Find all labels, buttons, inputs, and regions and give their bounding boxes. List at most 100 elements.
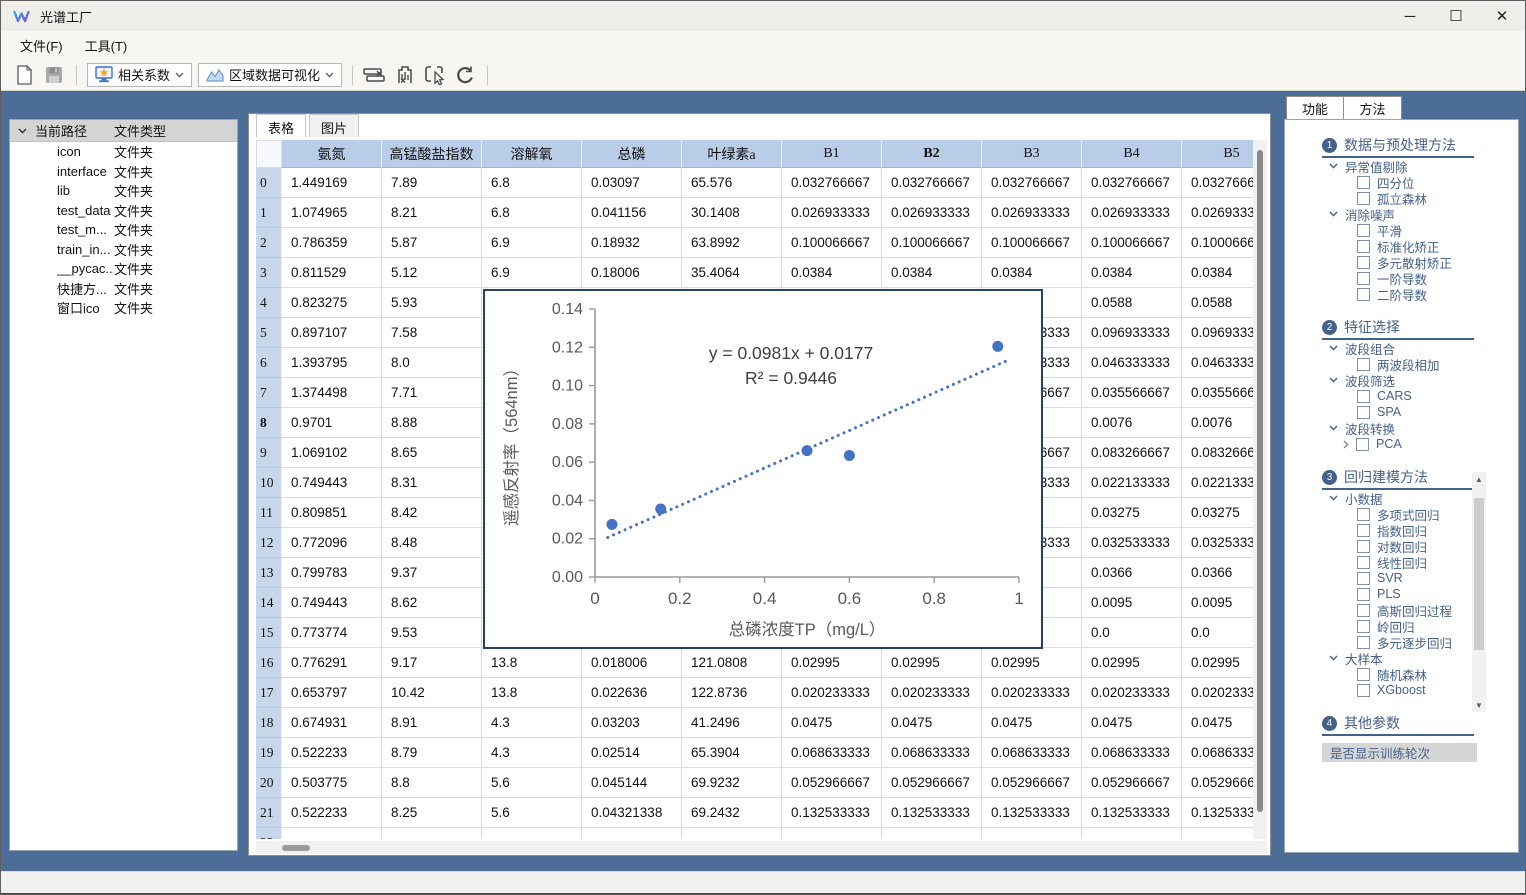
- close-button[interactable]: ✕: [1479, 1, 1525, 31]
- table-cell[interactable]: 0.522233: [282, 738, 382, 768]
- table-cell[interactable]: 0.0384: [1182, 258, 1253, 288]
- table-cell[interactable]: 8.48: [382, 528, 482, 558]
- visualization-dropdown[interactable]: 区域数据可视化: [198, 63, 342, 87]
- table-cell[interactable]: [682, 828, 782, 839]
- table-cell[interactable]: 0.522233: [282, 798, 382, 828]
- method-item[interactable]: SVR: [1357, 570, 1518, 586]
- table-cell[interactable]: 0.052966667: [982, 768, 1082, 798]
- row-header[interactable]: 21: [256, 798, 282, 828]
- scroll-down-icon[interactable]: ▼: [1472, 698, 1486, 712]
- column-header-B3[interactable]: B3: [982, 140, 1082, 168]
- new-file-button[interactable]: [11, 62, 37, 88]
- table-cell[interactable]: 0.020233333: [1082, 678, 1182, 708]
- row-header[interactable]: 6: [256, 348, 282, 378]
- table-cell[interactable]: 0.132533333: [782, 798, 882, 828]
- table-cell[interactable]: 0.032533333: [1082, 528, 1182, 558]
- row-header[interactable]: 0: [256, 168, 282, 198]
- row-header[interactable]: 18: [256, 708, 282, 738]
- column-header-B4[interactable]: B4: [1082, 140, 1182, 168]
- table-cell[interactable]: 0.132533333: [882, 798, 982, 828]
- table-cell[interactable]: 0.0475: [982, 708, 1082, 738]
- tree-row[interactable]: icon文件夹: [10, 142, 237, 162]
- table-cell[interactable]: 1.393795: [282, 348, 382, 378]
- row-header[interactable]: 3: [256, 258, 282, 288]
- table-cell[interactable]: 8.79: [382, 738, 482, 768]
- column-header-溶解氧[interactable]: 溶解氧: [482, 140, 582, 168]
- checkbox[interactable]: [1356, 438, 1369, 451]
- table-cell[interactable]: 0.02995: [782, 648, 882, 678]
- method-item[interactable]: 线性回归: [1357, 554, 1518, 570]
- table-cell[interactable]: 0.749443: [282, 588, 382, 618]
- table-cell[interactable]: 0.052966667: [782, 768, 882, 798]
- delete-rows-button[interactable]: [362, 62, 388, 88]
- tree-row[interactable]: 快捷方...文件夹: [10, 279, 237, 299]
- table-cell[interactable]: 8.0: [382, 348, 482, 378]
- tree-row[interactable]: 窗口ico文件夹: [10, 298, 237, 318]
- table-cell[interactable]: 0.020233333: [782, 678, 882, 708]
- table-cell[interactable]: 0.026933333: [1082, 198, 1182, 228]
- table-cell[interactable]: 0.032766667: [982, 168, 1082, 198]
- table-cell[interactable]: 0.035566667: [1182, 378, 1253, 408]
- save-button[interactable]: [41, 62, 67, 88]
- table-cell[interactable]: 1.449169: [282, 168, 382, 198]
- table-cell[interactable]: 5.6: [482, 798, 582, 828]
- table-cell[interactable]: 9.17: [382, 648, 482, 678]
- table-cell[interactable]: 0.100066667: [1082, 228, 1182, 258]
- checkbox[interactable]: [1357, 240, 1370, 253]
- table-cell[interactable]: 0.03275: [1082, 498, 1182, 528]
- checkbox[interactable]: [1357, 192, 1370, 205]
- table-cell[interactable]: 0.100066667: [782, 228, 882, 258]
- select-region-button[interactable]: [422, 62, 448, 88]
- table-cell[interactable]: 69.2432: [682, 798, 782, 828]
- table-cell[interactable]: 8.91: [382, 708, 482, 738]
- method-group[interactable]: 波段转换: [1329, 420, 1518, 436]
- table-cell[interactable]: [782, 828, 882, 839]
- table-cell[interactable]: 41.2496: [682, 708, 782, 738]
- row-header[interactable]: 2: [256, 228, 282, 258]
- table-cell[interactable]: 0.02995: [982, 648, 1082, 678]
- table-cell[interactable]: 0.02514: [582, 738, 682, 768]
- table-cell[interactable]: 8.62: [382, 588, 482, 618]
- table-cell[interactable]: 0.020233333: [882, 678, 982, 708]
- table-cell[interactable]: 1.074965: [282, 198, 382, 228]
- table-cell[interactable]: 7.58: [382, 318, 482, 348]
- refresh-button[interactable]: [452, 62, 478, 88]
- table-cell[interactable]: 7.71: [382, 378, 482, 408]
- table-cell[interactable]: 121.0808: [682, 648, 782, 678]
- row-header[interactable]: 11: [256, 498, 282, 528]
- table-cell[interactable]: 0.032766667: [1082, 168, 1182, 198]
- table-cell[interactable]: 0.046333333: [1082, 348, 1182, 378]
- table-cell[interactable]: 0.03203: [582, 708, 682, 738]
- table-cell[interactable]: [382, 828, 482, 839]
- row-header[interactable]: 16: [256, 648, 282, 678]
- table-cell[interactable]: 0.035566667: [1082, 378, 1182, 408]
- row-header[interactable]: 13: [256, 558, 282, 588]
- table-cell[interactable]: 0.068633333: [982, 738, 1082, 768]
- checkbox[interactable]: [1357, 636, 1370, 649]
- table-cell[interactable]: 0.03275: [1182, 498, 1253, 528]
- column-header-B2[interactable]: B2: [882, 140, 982, 168]
- tree-row[interactable]: __pycac...文件夹: [10, 259, 237, 279]
- row-header[interactable]: 4: [256, 288, 282, 318]
- minimize-button[interactable]: ─: [1387, 1, 1433, 31]
- table-cell[interactable]: 0.018006: [582, 648, 682, 678]
- checkbox[interactable]: [1357, 588, 1370, 601]
- table-cell[interactable]: 0.026933333: [982, 198, 1082, 228]
- table-cell[interactable]: 0.0384: [982, 258, 1082, 288]
- menu-file[interactable]: 文件(F): [9, 32, 74, 59]
- table-cell[interactable]: 0.0: [1082, 618, 1182, 648]
- table-cell[interactable]: [482, 828, 582, 839]
- table-cell[interactable]: 30.1408: [682, 198, 782, 228]
- table-cell[interactable]: 8.8: [382, 768, 482, 798]
- method-item[interactable]: CARS: [1357, 388, 1518, 404]
- table-cell[interactable]: 0.068633333: [1082, 738, 1182, 768]
- table-cell[interactable]: 0.100066667: [1182, 228, 1253, 258]
- table-cell[interactable]: 13.8: [482, 678, 582, 708]
- table-cell[interactable]: 0.799783: [282, 558, 382, 588]
- column-header-叶绿素a[interactable]: 叶绿素a: [682, 140, 782, 168]
- table-cell[interactable]: 0.0076: [1082, 408, 1182, 438]
- table-cell[interactable]: 0.026933333: [782, 198, 882, 228]
- row-header[interactable]: 10: [256, 468, 282, 498]
- table-cell[interactable]: 0.068633333: [782, 738, 882, 768]
- table-cell[interactable]: 5.87: [382, 228, 482, 258]
